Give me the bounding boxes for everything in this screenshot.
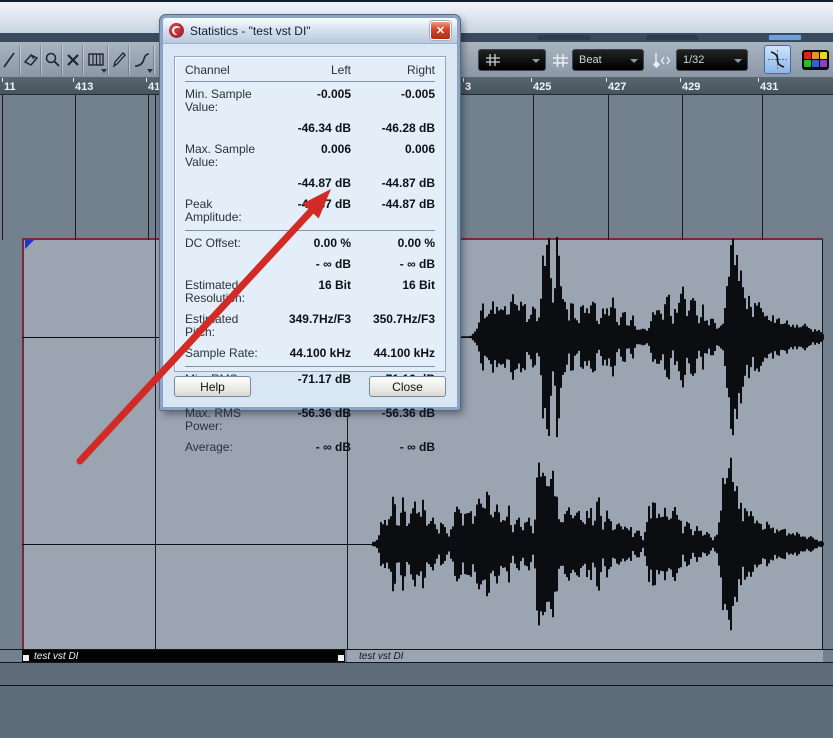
stats-row: Estimated Resolution:16 Bit16 Bit [185, 279, 435, 305]
stats-row-label: Estimated Pitch: [185, 313, 259, 339]
stats-value-left: 44.100 kHz [259, 347, 351, 360]
stats-value-left: 16 Bit [259, 279, 351, 305]
overview-divider [0, 685, 833, 686]
stats-row: Average:- ∞ dB- ∞ dB [185, 441, 435, 454]
stats-value-right: -44.87 dB [351, 198, 435, 224]
stats-row: - ∞ dB- ∞ dB [185, 258, 435, 271]
stats-value-left: -44.87 dB [259, 198, 351, 224]
help-button[interactable]: Help [174, 376, 251, 397]
stats-row: Max. RMS Power:-56.36 dB-56.36 dB [185, 407, 435, 433]
stats-row-label [185, 122, 259, 135]
event-resize-handle-left[interactable] [23, 655, 29, 661]
event-name-text: test vst DI [34, 651, 78, 662]
event-title[interactable]: test vst DI [347, 650, 823, 662]
close-button[interactable]: Close [369, 376, 446, 397]
bar-gridline [148, 95, 149, 240]
bar-gridline [2, 95, 3, 240]
stats-value-right: 0.006 [351, 143, 435, 169]
stats-row-label: Peak Amplitude: [185, 198, 259, 224]
statistics-dialog: Statistics - "test vst DI" ✕ ChannelLeft… [160, 15, 460, 410]
stats-column-header: Left [259, 64, 351, 77]
statistics-table: ChannelLeftRightMin. Sample Value:-0.005… [174, 56, 446, 372]
overview-pane[interactable] [0, 663, 833, 738]
stats-row: -44.87 dB-44.87 dB [185, 177, 435, 190]
stats-value-right: 44.100 kHz [351, 347, 435, 360]
stats-value-right: -46.28 dB [351, 122, 435, 135]
stats-value-right: -44.87 dB [351, 177, 435, 190]
stats-value-right: -56.36 dB [351, 407, 435, 433]
stats-value-left: -44.87 dB [259, 177, 351, 190]
bar-gridline [75, 95, 76, 240]
stats-row: -46.34 dB-46.28 dB [185, 122, 435, 135]
stats-separator [185, 366, 435, 367]
dialog-titlebar[interactable]: Statistics - "test vst DI" ✕ [163, 18, 457, 44]
stats-value-right: 0.00 % [351, 237, 435, 250]
stats-row-label: Estimated Resolution: [185, 279, 259, 305]
stats-row: Max. Sample Value:0.0060.006 [185, 143, 435, 169]
stats-row: Peak Amplitude:-44.87 dB-44.87 dB [185, 198, 435, 224]
bar-gridline [762, 95, 763, 240]
event-resize-handle-right[interactable] [338, 655, 344, 661]
stats-separator [185, 230, 435, 231]
stats-value-left: 349.7Hz/F3 [259, 313, 351, 339]
cubase-app-icon [169, 23, 184, 38]
stats-value-left: -0.005 [259, 88, 351, 114]
event-name-lane: test vst DI test vst DI [0, 649, 833, 663]
stats-value-right: - ∞ dB [351, 258, 435, 271]
editor-gridline [155, 95, 156, 650]
stats-row-label: Sample Rate: [185, 347, 259, 360]
sample-editor-window: Beat 1/32 11413413425427429431 [0, 0, 833, 738]
stats-row-label: Max. RMS Power: [185, 407, 259, 433]
selected-event-title[interactable]: test vst DI [22, 650, 345, 662]
stats-value-right: 350.7Hz/F3 [351, 313, 435, 339]
stats-header-row: ChannelLeftRight [185, 64, 435, 82]
stats-column-header: Channel [185, 64, 259, 77]
dialog-title: Statistics - "test vst DI" [190, 24, 430, 38]
bar-gridline [533, 95, 534, 240]
stats-value-right: 16 Bit [351, 279, 435, 305]
stats-column-header: Right [351, 64, 435, 77]
stats-value-left: -46.34 dB [259, 122, 351, 135]
dialog-close-x-button[interactable]: ✕ [430, 21, 451, 40]
stats-value-right: - ∞ dB [351, 441, 435, 454]
stats-row-label: DC Offset: [185, 237, 259, 250]
event-name-text: test vst DI [359, 651, 403, 662]
stats-value-left: 0.006 [259, 143, 351, 169]
stats-value-left: - ∞ dB [259, 258, 351, 271]
stats-row-label: Max. Sample Value: [185, 143, 259, 169]
stats-row-label [185, 258, 259, 271]
stats-value-left: -56.36 dB [259, 407, 351, 433]
stats-row: DC Offset:0.00 %0.00 % [185, 237, 435, 250]
stats-value-left: 0.00 % [259, 237, 351, 250]
stats-row-label: Min. Sample Value: [185, 88, 259, 114]
stats-value-right: -0.005 [351, 88, 435, 114]
stats-row-label: Average: [185, 441, 259, 454]
bar-gridline [608, 95, 609, 240]
stats-value-left: - ∞ dB [259, 441, 351, 454]
stats-row: Min. Sample Value:-0.005-0.005 [185, 88, 435, 114]
stats-row: Sample Rate:44.100 kHz44.100 kHz [185, 347, 435, 360]
bar-gridline [682, 95, 683, 240]
stats-row: Estimated Pitch:349.7Hz/F3350.7Hz/F3 [185, 313, 435, 339]
stats-row-label [185, 177, 259, 190]
